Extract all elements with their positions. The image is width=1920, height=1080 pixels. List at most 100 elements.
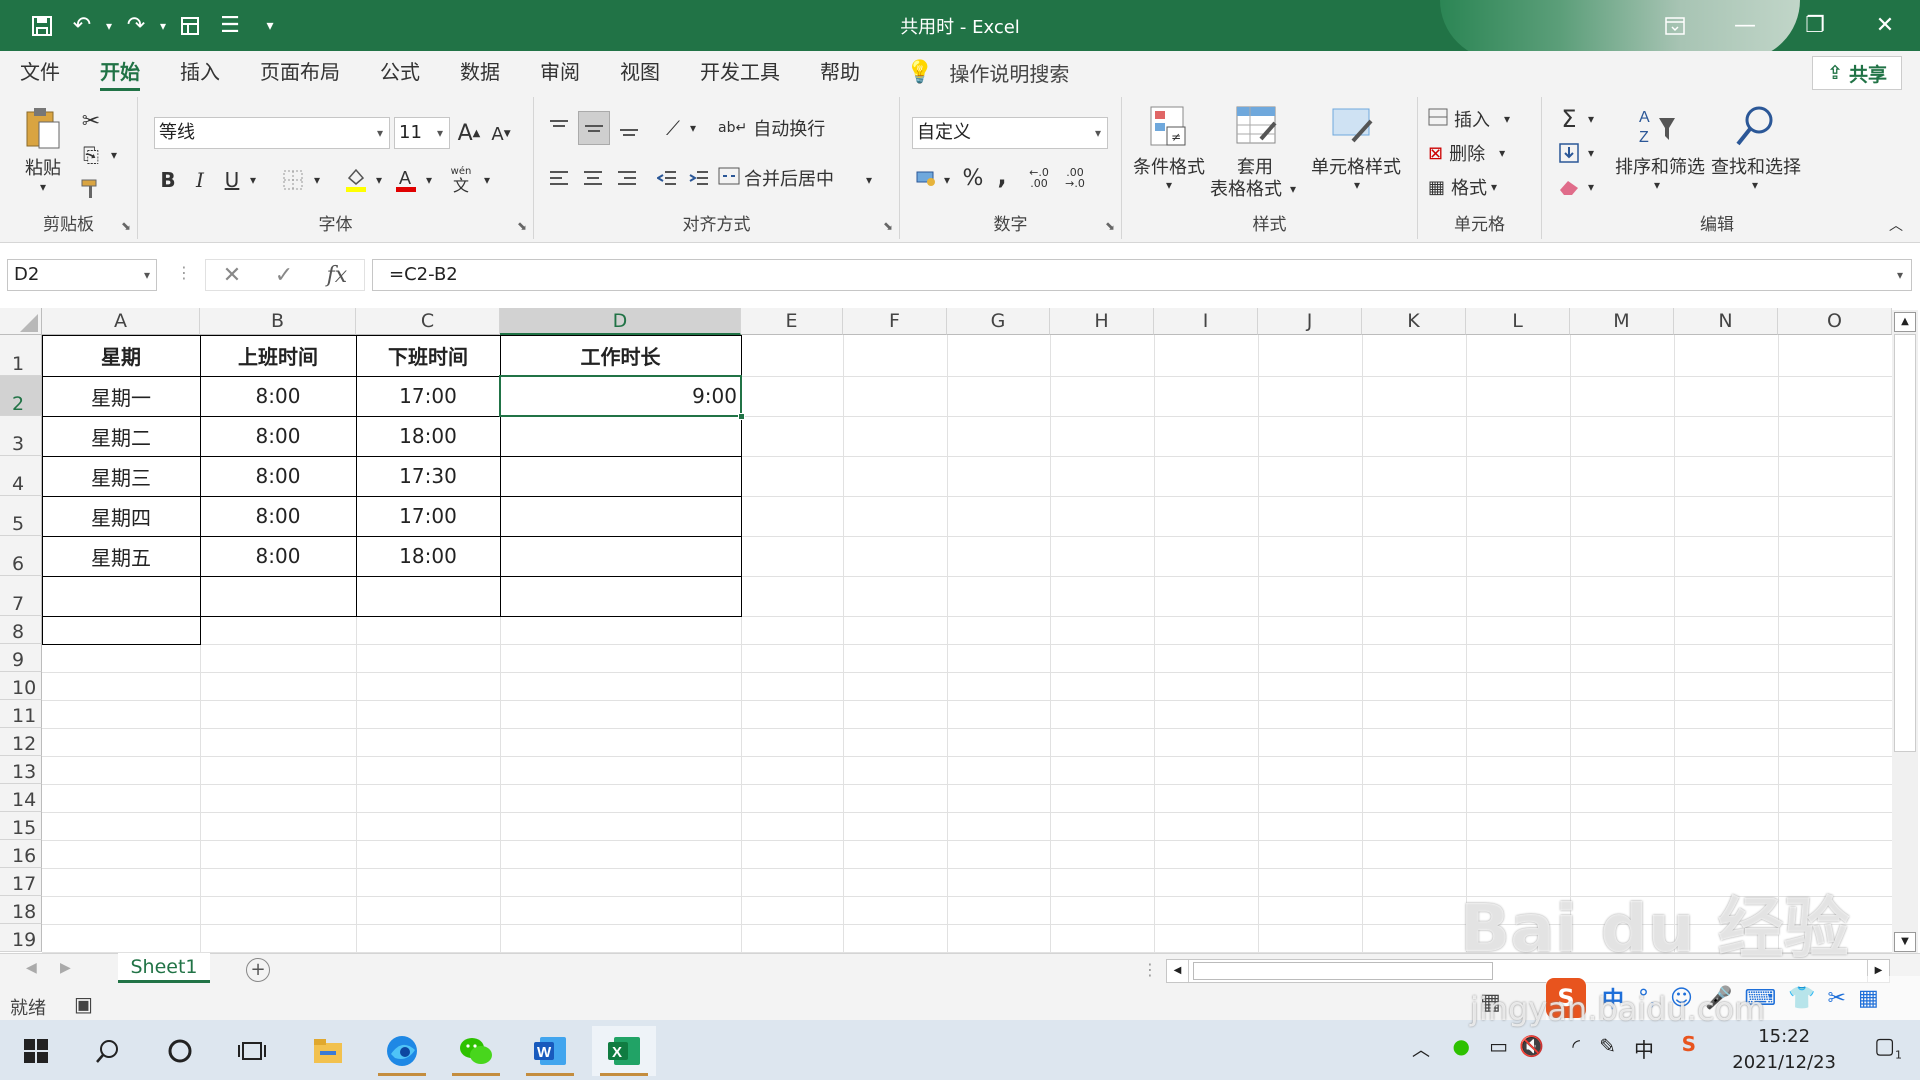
conditional-dropdown-icon[interactable]: ▾ (1160, 177, 1178, 193)
undo-dropdown-icon[interactable]: ▾ (102, 6, 116, 46)
collapse-ribbon-icon[interactable]: ︿ (1886, 215, 1906, 235)
format-cells-button[interactable]: ▦ 格式 ▾ (1428, 173, 1538, 201)
comma-style-button[interactable]: , (990, 161, 1014, 191)
orientation-dropdown-icon[interactable]: ▾ (686, 115, 700, 141)
row-header-12[interactable]: 12 (0, 728, 42, 756)
paste-button[interactable]: 粘贴 (14, 155, 72, 179)
fill-handle[interactable] (738, 413, 745, 420)
number-launcher-icon[interactable]: ⬊ (1105, 219, 1115, 233)
sogou-ime-icon[interactable]: S (1682, 1032, 1696, 1056)
font-size-combo[interactable]: 11 ▾ (394, 117, 450, 149)
share-button[interactable]: ⇪ 共享 (1812, 56, 1902, 90)
bold-button[interactable]: B (154, 165, 182, 195)
row-header-16[interactable]: 16 (0, 840, 42, 868)
edge-browser-icon[interactable] (370, 1026, 434, 1076)
input-method-label[interactable]: 中 (1634, 1034, 1654, 1063)
table-cell[interactable]: 星期四 (42, 496, 200, 536)
enter-icon[interactable]: ✓ (275, 263, 293, 288)
tab-developer[interactable]: 开发工具 (680, 51, 800, 93)
row-header-3[interactable]: 3 (0, 416, 42, 456)
table-cell[interactable]: 8:00 (200, 536, 356, 576)
row-header-2[interactable]: 2 (0, 376, 42, 416)
volume-muted-icon[interactable]: 🔇 (1519, 1034, 1544, 1058)
phonetic-dropdown-icon[interactable]: ▾ (480, 167, 494, 193)
fill-icon[interactable] (1554, 139, 1584, 167)
file-explorer-icon[interactable] (296, 1026, 360, 1076)
fill-color-icon[interactable] (342, 163, 370, 195)
middle-align-icon[interactable] (578, 111, 610, 145)
row-header-1[interactable]: 1 (0, 335, 42, 376)
column-header-k[interactable]: K (1362, 308, 1466, 335)
decrease-font-size-button[interactable]: A ▼ (486, 119, 516, 149)
scroll-left-icon[interactable]: ◀ (1167, 960, 1189, 982)
top-align-icon[interactable] (544, 113, 574, 143)
borders-dropdown-icon[interactable]: ▾ (310, 167, 324, 193)
redo-icon[interactable]: ↷ (116, 6, 156, 46)
fill-color-dropdown-icon[interactable]: ▾ (372, 167, 386, 193)
tab-formulas[interactable]: 公式 (360, 51, 440, 93)
scroll-down-icon[interactable]: ▼ (1894, 932, 1916, 952)
font-color-icon[interactable]: A (392, 163, 420, 195)
cut-icon[interactable]: ✂ (76, 107, 106, 135)
wechat-icon[interactable] (444, 1026, 508, 1076)
table-cell[interactable]: 17:00 (356, 496, 500, 536)
autosum-icon[interactable]: Σ (1554, 105, 1584, 133)
row-header-9[interactable]: 9 (0, 644, 42, 672)
table-cell[interactable]: 18:00 (356, 416, 500, 456)
worksheet-grid[interactable]: A B C D E F G H I J K L M N O 1 2 3 4 5 6 7 8 9 10 11 12 13 14 15 16 17… (0, 308, 1920, 953)
search-icon[interactable] (76, 1026, 140, 1076)
paste-dropdown-icon[interactable]: ▾ (34, 179, 52, 195)
cancel-icon[interactable]: ✕ (223, 263, 241, 288)
cell-styles-dropdown-icon[interactable]: ▾ (1348, 177, 1366, 193)
tab-insert[interactable]: 插入 (160, 51, 240, 93)
conditional-formatting-icon[interactable]: ≠ (1144, 103, 1194, 149)
row-header-10[interactable]: 10 (0, 672, 42, 700)
cell-styles-label[interactable]: 单元格样式 (1304, 155, 1408, 178)
restore-icon[interactable]: ❐ (1780, 0, 1850, 51)
table-cell[interactable]: 星期三 (42, 456, 200, 496)
align-center-icon[interactable] (578, 163, 608, 193)
table-cell[interactable] (500, 416, 741, 456)
find-select-label[interactable]: 查找和选择 (1708, 155, 1804, 178)
insert-cells-button[interactable]: 插入 ▾ (1428, 105, 1538, 133)
tell-me-search[interactable]: 💡 操作说明搜索 (906, 58, 1069, 87)
row-header-15[interactable]: 15 (0, 812, 42, 840)
italic-button[interactable]: I (186, 165, 214, 195)
table-cell[interactable]: 星期一 (42, 376, 200, 416)
table-cell[interactable]: 8:00 (200, 496, 356, 536)
find-select-icon[interactable] (1730, 103, 1780, 149)
row-header-14[interactable]: 14 (0, 784, 42, 812)
table-cell[interactable] (500, 536, 741, 576)
phonetic-guide-button[interactable]: wén 文 (444, 161, 478, 197)
format-as-table-label-2[interactable]: 表格格式 (1206, 177, 1286, 200)
fill-dropdown-icon[interactable]: ▾ (1584, 141, 1598, 165)
clock[interactable]: 15:22 2021/12/23 (1732, 1024, 1836, 1076)
column-header-i[interactable]: I (1154, 308, 1258, 335)
battery-icon[interactable]: ▭ (1489, 1034, 1508, 1058)
row-header-5[interactable]: 5 (0, 496, 42, 536)
row-header-11[interactable]: 11 (0, 700, 42, 728)
sort-filter-label[interactable]: 排序和筛选 (1612, 155, 1708, 178)
merge-dropdown-icon[interactable]: ▾ (862, 167, 876, 193)
macro-record-icon[interactable]: ▣ (74, 992, 93, 1016)
ribbon-display-options-icon[interactable] (1640, 0, 1710, 51)
save-icon[interactable] (22, 6, 62, 46)
tab-split-icon[interactable]: ⋮ (1142, 960, 1158, 979)
conditional-formatting-label[interactable]: 条件格式 (1126, 155, 1212, 178)
clipboard-launcher-icon[interactable]: ⬊ (121, 219, 131, 233)
autosum-dropdown-icon[interactable]: ▾ (1584, 107, 1598, 131)
increase-font-size-button[interactable]: A ▲ (454, 117, 484, 149)
select-all-button[interactable] (0, 308, 42, 335)
tab-file[interactable]: 文件 (0, 51, 80, 93)
format-as-table-icon[interactable] (1232, 103, 1282, 149)
merge-center-button[interactable]: 合并后居中 (718, 163, 858, 193)
list-icon[interactable]: ☰ (210, 6, 250, 46)
column-header-b[interactable]: B (200, 308, 356, 335)
customize-qat-icon[interactable]: ▾ (250, 6, 290, 46)
cortana-icon[interactable] (148, 1026, 212, 1076)
column-header-c[interactable]: C (356, 308, 500, 335)
vertical-scroll-thumb[interactable] (1894, 334, 1916, 752)
column-header-d[interactable]: D (500, 308, 741, 335)
notification-center-icon[interactable]: ▢1 (1874, 1034, 1902, 1061)
decrease-decimal-icon[interactable]: .00 →.0 (1058, 163, 1092, 193)
